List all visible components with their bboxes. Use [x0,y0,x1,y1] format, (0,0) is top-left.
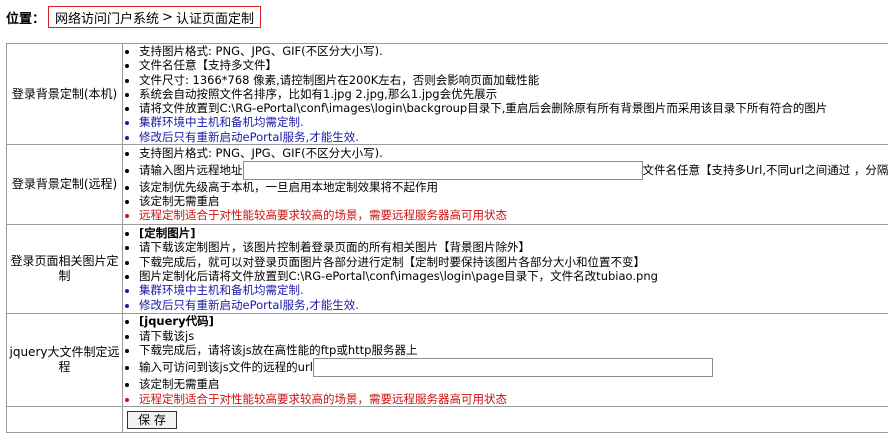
remote-url-hint: 文件名任意【支持多Url,不同url之间通过 ，分隔】 [642,162,888,177]
list-item-warning: 远程定制适合于对性能较高要求较高的场景，需要远程服务器高可用状态 [139,392,888,406]
row-content: [定制图片] 请下载该定制图片，该图片控制着登录页面的所有相关图片【背景图片除外… [122,224,888,315]
breadcrumb-path: 网络访问门户系统 > 认证页面定制 [48,6,261,28]
list-item: 请下载该定制图片，该图片控制着登录页面的所有相关图片【背景图片除外】 [139,240,888,254]
list-item: 该定制优先级高于本机，一旦启用本地定制效果将不起作用 [139,180,888,194]
breadcrumb: 位置： 网络访问门户系统 > 认证页面定制 [6,6,261,28]
download-image-link[interactable]: [定制图片] [139,226,888,240]
js-url-label: 输入可访问到该js文件的远程的url [139,360,313,375]
jquery-url-input[interactable] [312,358,713,378]
download-jquery-link[interactable]: [jquery代码] [139,314,888,328]
list-item-note: 集群环境中主机和备机均需定制. [139,283,888,297]
row-label: 登录背景定制(远程) [6,144,123,226]
row-label: 登录背景定制(本机) [6,42,123,146]
list-item: 系统会自动按照文件名排序，比如有1.jpg 2.jpg,那么1.jpg会优先展示 [139,87,888,101]
list-item: 请将文件放置到C:\RG-ePortal\conf\images\login\b… [139,101,888,115]
row-page-images: 登录页面相关图片定制 [定制图片] 请下载该定制图片，该图片控制着登录页面的所有… [6,224,888,315]
list-item: 支持图片格式: PNG、JPG、GIF(不区分大小写). [139,44,888,58]
remote-image-url-input[interactable] [242,160,643,180]
actions-cell: 保 存 [122,406,888,434]
row-content: 支持图片格式: PNG、JPG、GIF(不区分大小写). 请输入图片远程地址 文件… [122,144,888,226]
breadcrumb-item-system[interactable]: 网络访问门户系统 [55,8,159,27]
breadcrumb-item-page: 认证页面定制 [175,11,254,27]
save-button[interactable]: 保 存 [127,411,177,430]
empty-cell [6,406,123,434]
settings-table: 登录背景定制(本机) 支持图片格式: PNG、JPG、GIF(不区分大小写). … [6,42,888,434]
list-item: 请下载该js [139,329,888,343]
remote-url-label: 请输入图片远程地址 [139,162,243,177]
breadcrumb-label: 位置： [6,11,46,27]
row-content: [jquery代码] 请下载该js 下载完成后，请将该js放在高性能的ftp或h… [122,313,888,408]
list-item: 图片定制化后请将文件放置到C:\RG-ePortal\conf\images\l… [139,269,888,283]
list-item: 文件名任意【支持多文件】 [139,58,888,72]
row-jquery-remote: jquery大文件制定远程 [jquery代码] 请下载该js 下载完成后，请将… [6,313,888,408]
row-remote-background: 登录背景定制(远程) 支持图片格式: PNG、JPG、GIF(不区分大小写). … [6,144,888,226]
list-item-remote-url: 请输入图片远程地址 文件名任意【支持多Url,不同url之间通过 ，分隔】 [139,160,888,180]
list-item: 该定制无需重启 [139,194,888,208]
list-item: 支持图片格式: PNG、JPG、GIF(不区分大小写). [139,146,888,160]
list-item-note: 集群环境中主机和备机均需定制. [139,115,888,129]
list-item: 下载完成后，请将该js放在高性能的ftp或http服务器上 [139,343,888,357]
row-actions: 保 存 [6,406,888,434]
list-item-note: 修改后只有重新启动ePortal服务,才能生效. [139,298,888,312]
list-item-note: 修改后只有重新启动ePortal服务,才能生效. [139,130,888,144]
list-item-js-url: 输入可访问到该js文件的远程的url [139,357,888,378]
row-label: jquery大文件制定远程 [6,313,123,408]
row-local-background: 登录背景定制(本机) 支持图片格式: PNG、JPG、GIF(不区分大小写). … [6,42,888,146]
row-label: 登录页面相关图片定制 [6,224,123,315]
list-item: 该定制无需重启 [139,377,888,391]
breadcrumb-separator: > [162,9,173,25]
list-item-warning: 远程定制适合于对性能较高要求较高的场景，需要远程服务器高可用状态 [139,208,888,222]
row-content: 支持图片格式: PNG、JPG、GIF(不区分大小写). 文件名任意【支持多文件… [122,42,888,146]
list-item: 下载完成后，就可以对登录页面图片各部分进行定制【定制时要保持该图片各部分大小和位… [139,255,888,269]
list-item: 文件尺寸: 1366*768 像素,请控制图片在200K左右，否则会影响页面加载… [139,73,888,87]
